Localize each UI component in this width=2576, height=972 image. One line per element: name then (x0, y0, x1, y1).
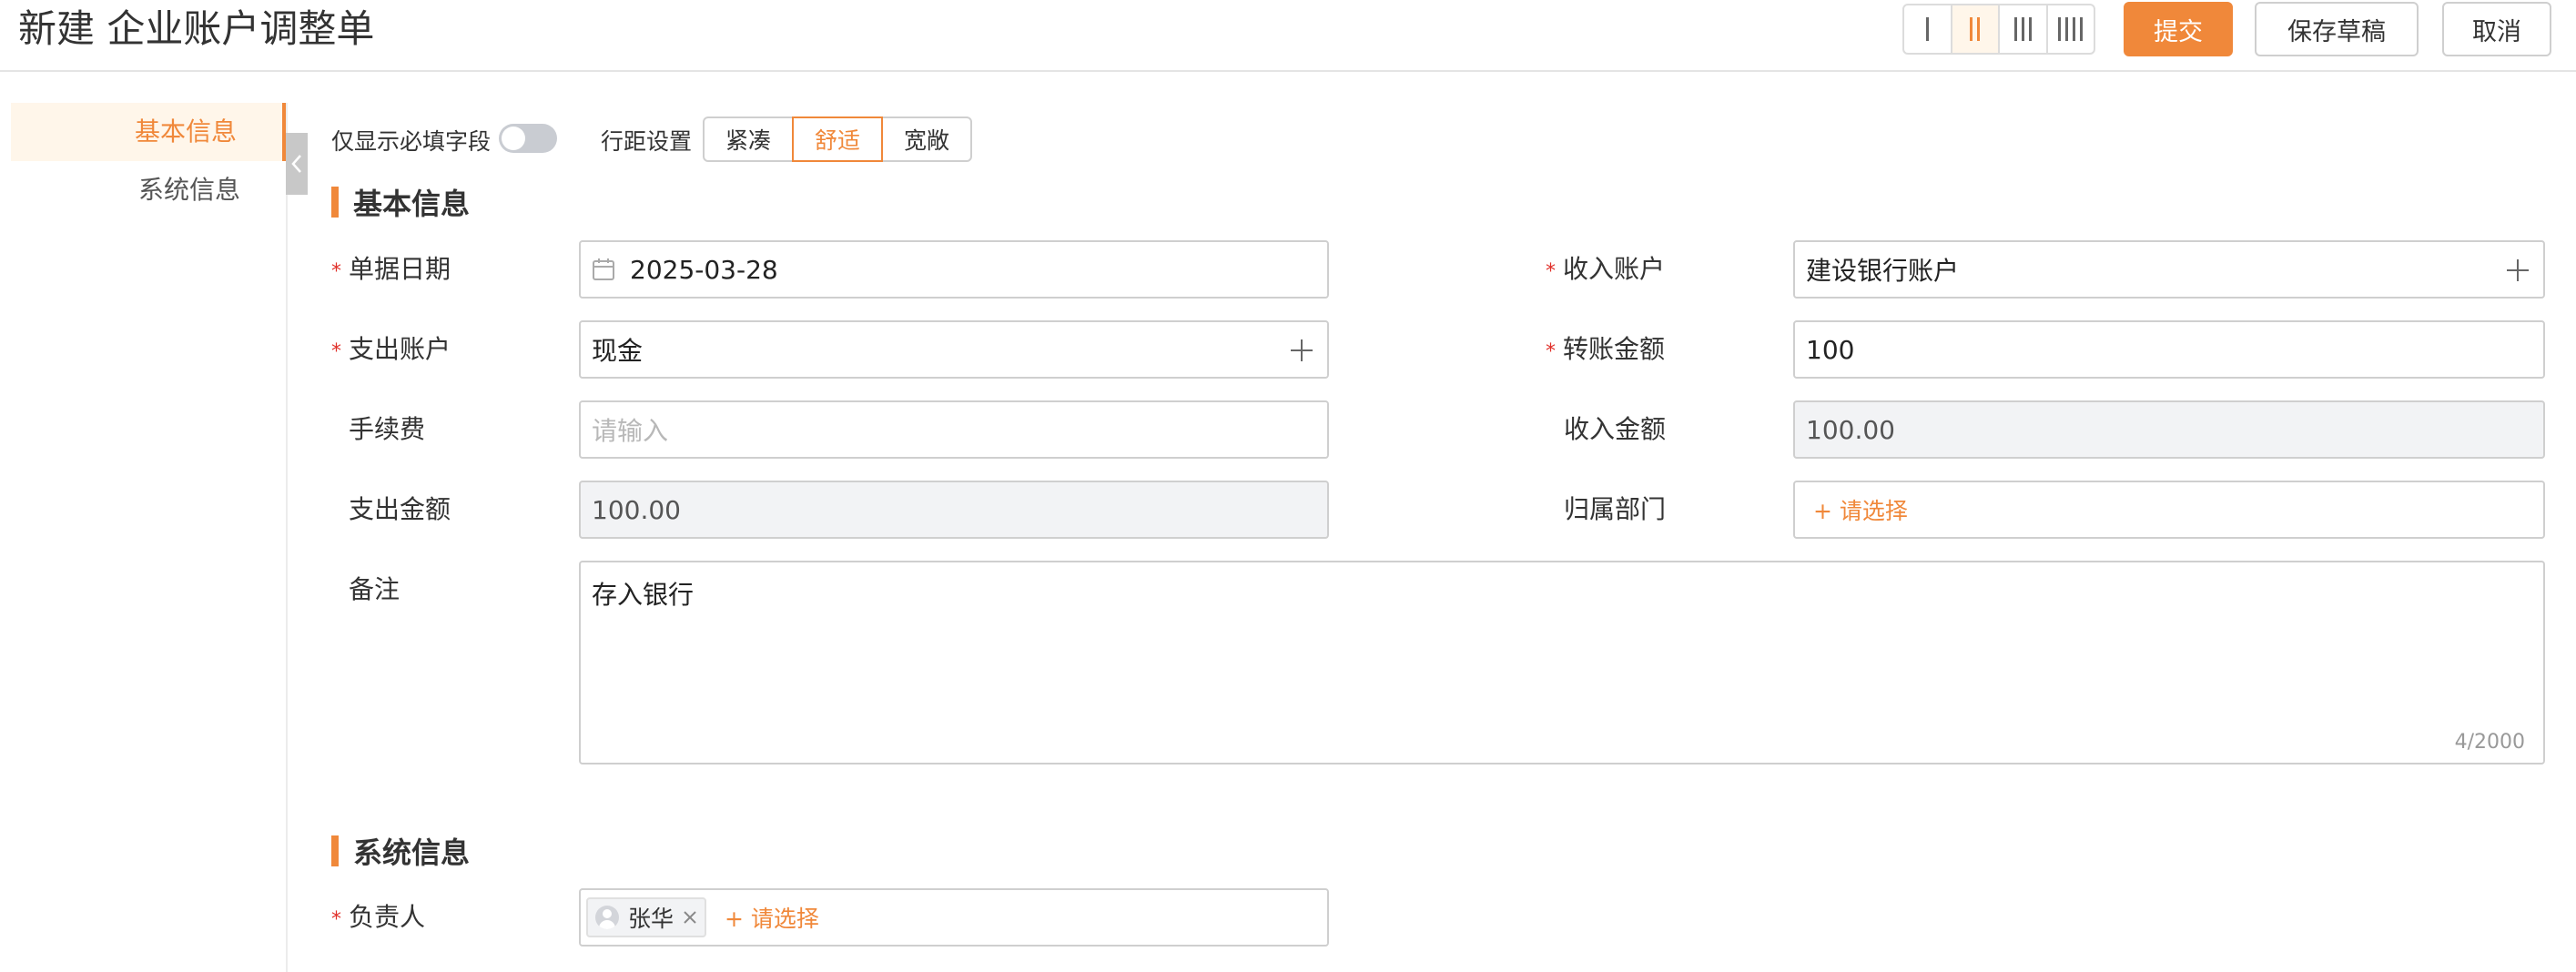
nav-item-basic-info[interactable]: 基本信息 (11, 103, 286, 161)
income-amount-field: 100.00 (1793, 400, 2545, 459)
date-field[interactable]: 2025-03-28 (579, 240, 1329, 299)
owner-tag-name: 张华 (628, 906, 674, 932)
owner-field[interactable]: 张华 + 请选择 (579, 888, 1329, 947)
section-accent-bar (331, 187, 339, 218)
department-label: 归属部门 (1564, 494, 1667, 524)
switch-knob (502, 127, 525, 150)
expense-amount-label: 支出金额 (349, 494, 451, 524)
density-option-compact[interactable]: 紧凑 (703, 116, 794, 162)
remark-value: 存入银行 (592, 580, 695, 610)
density-selector: 紧凑 舒适 宽敞 (703, 116, 972, 162)
four-column-button[interactable] (2048, 5, 2094, 53)
owner-select-link[interactable]: + 请选择 (725, 901, 819, 934)
calendar-icon (593, 258, 614, 280)
one-column-icon (1925, 17, 1929, 41)
department-select-link[interactable]: + 请选择 (1813, 493, 1908, 526)
column-layout-toggle (1902, 4, 2095, 55)
avatar-icon (595, 906, 619, 929)
chevron-left-icon (291, 155, 301, 173)
transfer-amount-input[interactable]: 100 (1793, 320, 2545, 379)
density-option-comfortable[interactable]: 舒适 (792, 116, 883, 162)
page-header: 新建 企业账户调整单 提交 保存草稿 取消 (0, 0, 2576, 72)
expense-amount-value: 100.00 (592, 494, 681, 525)
expense-account-value: 现金 (592, 336, 644, 366)
sidebar-divider (286, 103, 288, 972)
date-label: * 单据日期 (331, 254, 451, 284)
three-column-button[interactable] (2000, 5, 2048, 53)
plus-icon[interactable] (2505, 258, 2530, 283)
remark-label: 备注 (349, 574, 401, 604)
income-account-label: * 收入账户 (1546, 254, 1666, 284)
density-option-loose[interactable]: 宽敞 (881, 116, 972, 162)
fee-input[interactable]: 请输入 (579, 400, 1329, 459)
section-accent-bar (331, 835, 339, 866)
income-amount-label: 收入金额 (1564, 414, 1667, 444)
date-value: 2025-03-28 (630, 254, 778, 285)
section-title-basic: 基本信息 (331, 186, 470, 221)
submit-button[interactable]: 提交 (2124, 2, 2233, 56)
expense-amount-field: 100.00 (579, 481, 1329, 539)
required-only-label: 仅显示必填字段 (331, 128, 492, 155)
expense-account-label: * 支出账户 (331, 334, 451, 364)
transfer-amount-label: * 转账金额 (1546, 334, 1666, 364)
two-column-button[interactable] (1952, 5, 2000, 53)
fee-placeholder: 请输入 (592, 416, 669, 446)
cancel-button[interactable]: 取消 (2442, 2, 2551, 56)
department-field[interactable]: + 请选择 (1793, 481, 2545, 539)
four-column-icon (2058, 17, 2084, 41)
density-label: 行距设置 (601, 128, 693, 155)
remark-char-counter: 4/2000 (2454, 731, 2525, 754)
required-only-switch[interactable] (499, 124, 557, 153)
transfer-amount-value: 100 (1806, 334, 1855, 365)
fee-label: 手续费 (349, 414, 426, 444)
one-column-button[interactable] (1904, 5, 1952, 53)
income-amount-value: 100.00 (1806, 414, 1895, 445)
page-title: 新建 企业账户调整单 (18, 6, 375, 51)
close-icon[interactable] (683, 910, 697, 925)
collapse-sidebar-button[interactable] (286, 133, 308, 195)
owner-tag: 张华 (586, 897, 707, 937)
save-draft-button[interactable]: 保存草稿 (2255, 2, 2419, 56)
income-account-field[interactable]: 建设银行账户 (1793, 240, 2545, 299)
income-account-value: 建设银行账户 (1806, 256, 1960, 286)
remark-textarea[interactable]: 存入银行 4/2000 (579, 561, 2545, 764)
plus-icon[interactable] (1289, 338, 1314, 363)
section-title-system: 系统信息 (331, 835, 470, 870)
owner-label: * 负责人 (331, 902, 426, 932)
three-column-icon (2013, 17, 2032, 41)
expense-account-field[interactable]: 现金 (579, 320, 1329, 379)
nav-item-system-info[interactable]: 系统信息 (11, 161, 286, 219)
two-column-icon (1970, 17, 1981, 41)
